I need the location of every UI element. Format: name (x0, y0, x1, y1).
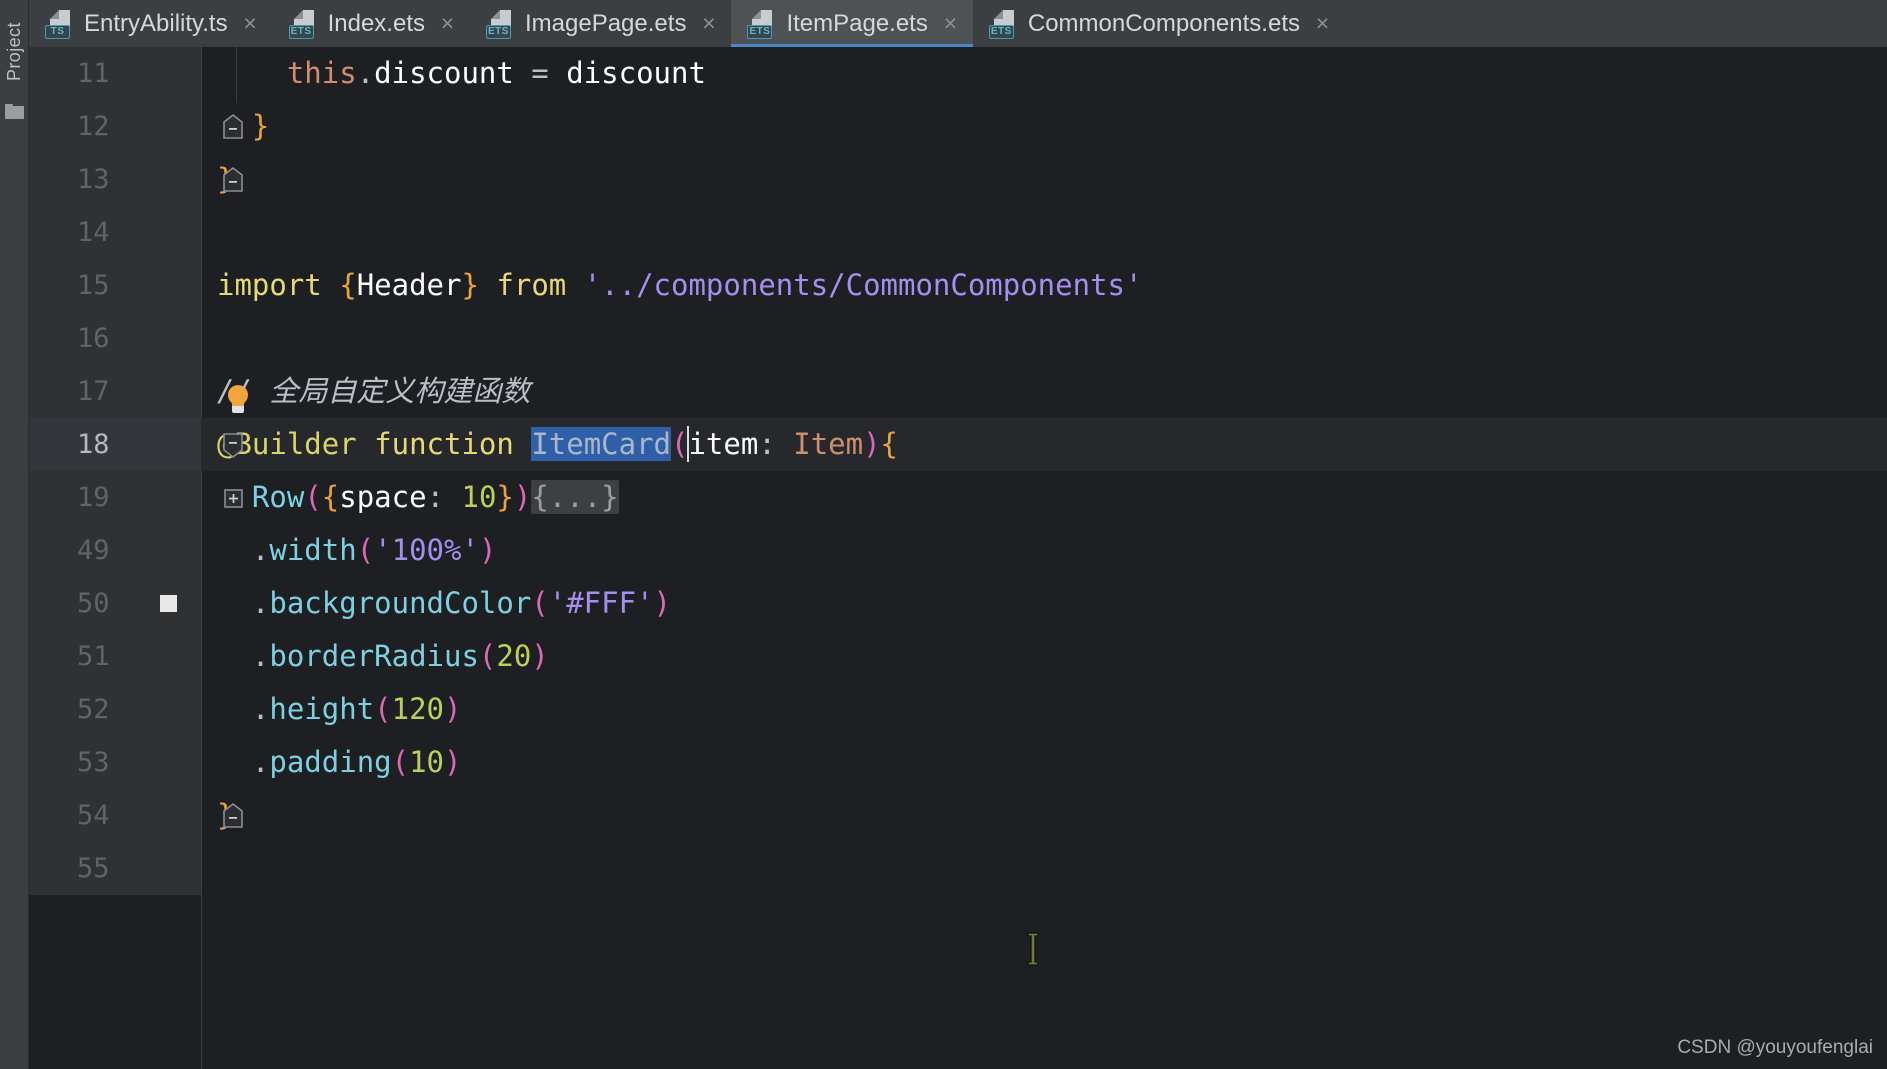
line-content (201, 312, 1887, 365)
tab-index-ets[interactable]: ETS Index.ets × (273, 0, 470, 47)
sidebar-item-project[interactable]: Project (0, 4, 29, 100)
line-number: 11 (29, 47, 201, 100)
line-content: this.discount = discount (286, 56, 706, 90)
code-line-18[interactable]: 18 @Builder function ItemCard(item: Item… (29, 418, 1887, 471)
window-body: Project TS EntryAbility.ts × ETS Index.e… (0, 0, 1887, 1069)
line-content: .width('100%') (251, 533, 497, 567)
ets-badge-label: ETS (288, 24, 314, 39)
ets-file-icon: ETS (988, 9, 1018, 39)
line-content: } (217, 109, 270, 143)
fold-collapse-icon-line-54[interactable] (222, 803, 244, 829)
code-editor[interactable]: 11 this.discount = discount 12 } 13 } (29, 47, 1887, 1069)
line-content: @Builder function ItemCard(item: Item){ (217, 426, 899, 462)
code-line-12[interactable]: 12 } (29, 100, 1887, 153)
project-tool-label: Project (4, 22, 24, 82)
line-number: 15 (29, 259, 201, 312)
line-content: .height(120) (251, 692, 462, 726)
line-number: 55 (29, 842, 201, 895)
line-content: .borderRadius(20) (251, 639, 549, 673)
tab-label: EntryAbility.ts (84, 9, 228, 37)
code-line-17[interactable]: 17 // 全局自定义构建函数 (29, 365, 1887, 418)
close-icon[interactable]: × (942, 12, 959, 35)
line-number: 54 (29, 789, 201, 842)
code-line-19[interactable]: 19 Row({space: 10}){...} (29, 471, 1887, 524)
ts-badge-label: TS (45, 24, 70, 39)
close-icon[interactable]: × (439, 12, 456, 35)
code-line-52[interactable]: 52 .height(120) (29, 683, 1887, 736)
tab-imagepage-ets[interactable]: ETS ImagePage.ets × (470, 0, 731, 47)
tab-entryability-ts[interactable]: TS EntryAbility.ts × (29, 0, 273, 47)
line-number: 49 (29, 524, 201, 577)
line-number: 13 (29, 153, 201, 206)
close-icon[interactable]: × (1314, 12, 1331, 35)
close-icon[interactable]: × (700, 12, 717, 35)
line-number: 12 (29, 100, 201, 153)
folded-region-placeholder[interactable]: {...} (531, 480, 619, 514)
line-content: Row({space: 10}){...} (251, 480, 619, 514)
code-line-51[interactable]: 51 .borderRadius(20) (29, 630, 1887, 683)
close-icon[interactable]: × (242, 12, 259, 35)
code-line-14[interactable]: 14 (29, 206, 1887, 259)
ets-badge-label: ETS (747, 24, 773, 39)
tab-label: CommonComponents.ets (1027, 9, 1300, 37)
line-content: import {Header} from '../components/Comm… (217, 268, 1143, 302)
ets-file-icon: ETS (288, 9, 318, 39)
code-line-49[interactable]: 49 .width('100%') (29, 524, 1887, 577)
selected-identifier[interactable]: ItemCard (531, 427, 671, 461)
editor-tab-bar: TS EntryAbility.ts × ETS Index.ets × ETS… (29, 0, 1887, 47)
ets-badge-label: ETS (486, 24, 511, 39)
code-line-53[interactable]: 53 .padding(10) (29, 736, 1887, 789)
line-content: .backgroundColor('#FFF') (251, 586, 671, 620)
line-number: 16 (29, 312, 201, 365)
tab-commoncomponents-ets[interactable]: ETS CommonComponents.ets × (973, 0, 1345, 47)
code-line-55[interactable]: 55 (29, 842, 1887, 895)
line-number: 19 (29, 471, 201, 524)
line-content: } (201, 153, 1887, 206)
line-number: 14 (29, 206, 201, 259)
line-content: } (201, 789, 1887, 842)
gutter-marker-line-50[interactable] (160, 595, 177, 612)
ide-window: Project TS EntryAbility.ts × ETS Index.e… (0, 0, 1887, 1069)
left-tool-strip: Project (0, 0, 29, 1069)
folder-icon[interactable] (5, 104, 24, 119)
line-number: 17 (29, 365, 201, 418)
line-content: .padding(10) (251, 745, 462, 779)
tab-label: ImagePage.ets (525, 9, 687, 37)
line-number: 53 (29, 736, 201, 789)
code-line-50[interactable]: 50 .backgroundColor('#FFF') (29, 577, 1887, 630)
fold-collapse-icon-line-18[interactable] (222, 432, 244, 458)
line-content: // 全局自定义构建函数 (217, 374, 531, 408)
code-line-13[interactable]: 13 } (29, 153, 1887, 206)
tab-label: ItemPage.ets (786, 9, 928, 37)
tab-itempage-ets[interactable]: ETS ItemPage.ets × (731, 0, 974, 47)
line-number: 51 (29, 630, 201, 683)
line-content (201, 206, 1887, 259)
editor-column: TS EntryAbility.ts × ETS Index.ets × ETS… (29, 0, 1887, 1069)
code-line-54[interactable]: 54 } (29, 789, 1887, 842)
code-line-16[interactable]: 16 (29, 312, 1887, 365)
code-line-15[interactable]: 15 import {Header} from '../components/C… (29, 259, 1887, 312)
mouse-cursor-ibeam (1026, 932, 1040, 966)
code-line-11[interactable]: 11 this.discount = discount (29, 47, 1887, 100)
line-content (201, 842, 1887, 895)
line-number: 18 (29, 418, 201, 471)
ets-file-icon: ETS (486, 9, 515, 39)
line-number: 52 (29, 683, 201, 736)
watermark-text: CSDN @youyoufenglai (1677, 1037, 1873, 1058)
fold-collapse-icon-line-13[interactable] (222, 167, 244, 193)
fold-collapse-icon-line-12[interactable] (222, 114, 244, 140)
fold-expand-icon-line-19[interactable] (222, 485, 244, 511)
ts-file-icon: TS (45, 9, 74, 39)
tab-label: Index.ets (327, 9, 425, 37)
code-rows: 11 this.discount = discount 12 } 13 } (29, 47, 1887, 1069)
ets-file-icon: ETS (747, 9, 776, 39)
lightbulb-icon[interactable] (225, 385, 251, 415)
ets-badge-label: ETS (988, 24, 1014, 39)
